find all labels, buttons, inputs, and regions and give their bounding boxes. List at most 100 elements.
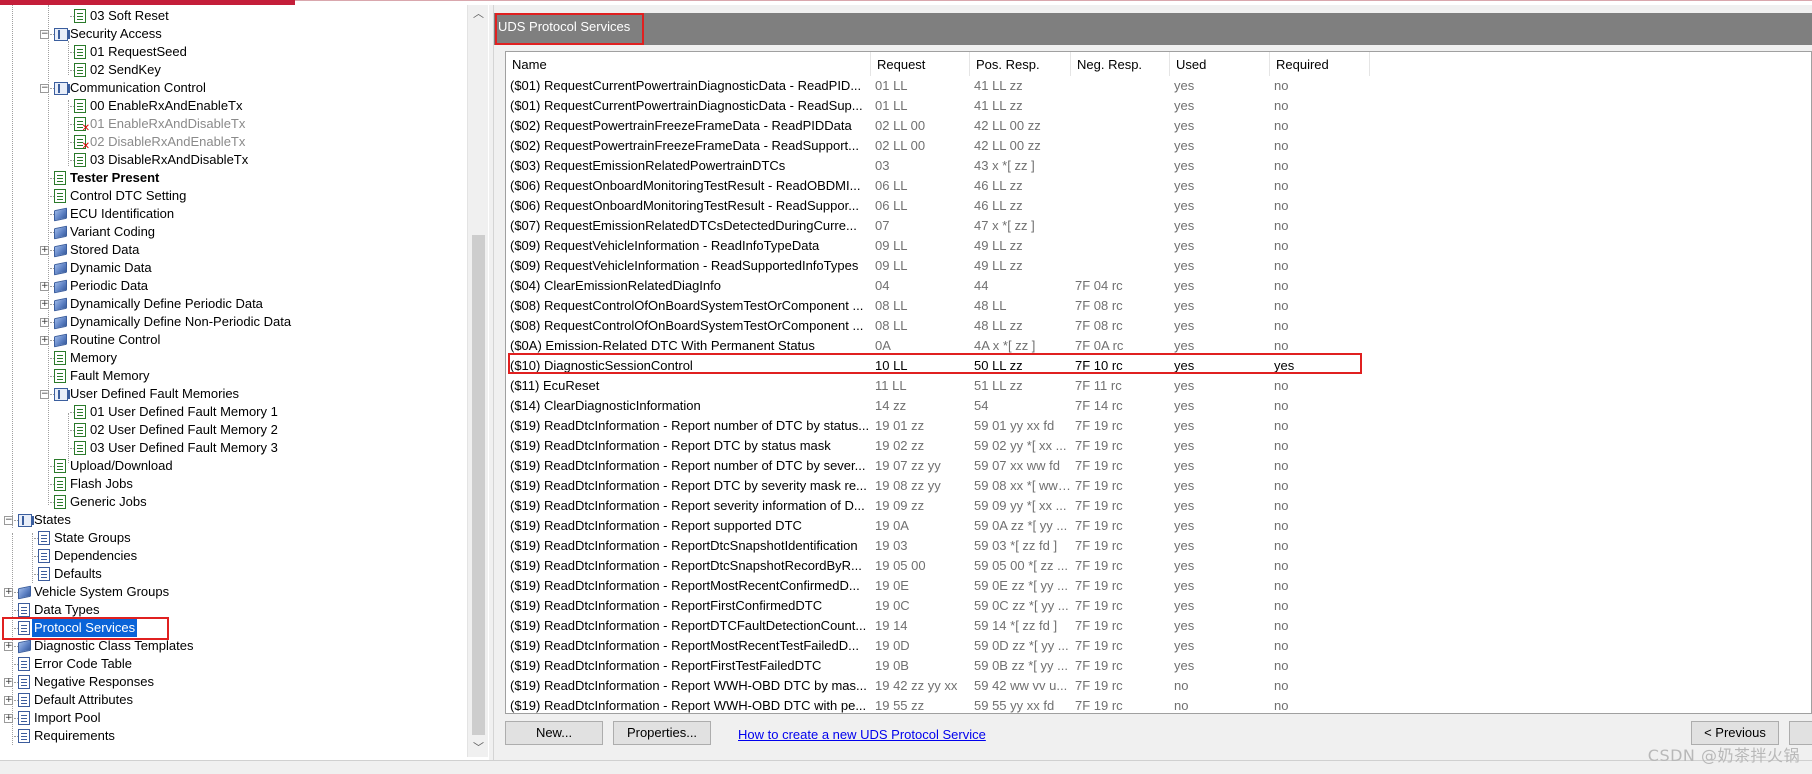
expand-icon[interactable]: +: [40, 282, 49, 291]
table-row[interactable]: ($11) EcuReset 11 LL 51 LL zz 7F 11 rc yes no: [506, 376, 1380, 396]
table-row[interactable]: ($19) ReadDtcInformation - ReportFirstTe…: [506, 656, 1380, 676]
tree-item-fault-memory[interactable]: Fault Memory: [0, 367, 460, 385]
tree-item-periodic-data[interactable]: + Periodic Data: [0, 277, 460, 295]
collapse-icon[interactable]: −: [4, 516, 13, 525]
tree-item-states[interactable]: − States: [0, 511, 460, 529]
scrollbar-thumb[interactable]: [472, 235, 485, 735]
scroll-up-icon[interactable]: ︿: [468, 5, 489, 23]
table-row[interactable]: ($09) RequestVehicleInformation - ReadIn…: [506, 236, 1380, 256]
table-row[interactable]: ($03) RequestEmissionRelatedPowertrainDT…: [506, 156, 1380, 176]
table-row[interactable]: ($09) RequestVehicleInformation - ReadSu…: [506, 256, 1380, 276]
table-row[interactable]: ($19) ReadDtcInformation - Report DTC by…: [506, 476, 1380, 496]
table-row[interactable]: ($02) RequestPowertrainFreezeFrameData -…: [506, 116, 1380, 136]
table-row[interactable]: ($19) ReadDtcInformation - Report number…: [506, 416, 1380, 436]
tree-item-requirements[interactable]: Requirements: [0, 727, 460, 745]
expand-icon[interactable]: +: [40, 318, 49, 327]
tree-item-memory[interactable]: Memory: [0, 349, 460, 367]
tree-item-communication-control[interactable]: − Communication Control: [0, 79, 460, 97]
tree-item-dynamically-define-non-periodic-data[interactable]: + Dynamically Define Non-Periodic Data: [0, 313, 460, 331]
table-row[interactable]: ($06) RequestOnboardMonitoringTestResult…: [506, 196, 1380, 216]
table-row[interactable]: ($04) ClearEmissionRelatedDiagInfo 04 44 7F…: [506, 276, 1380, 296]
help-link[interactable]: How to create a new UDS Protocol Service: [738, 727, 986, 742]
tree-item-negative-responses[interactable]: + Negative Responses: [0, 673, 460, 691]
table-row[interactable]: ($19) ReadDtcInformation - ReportDTCFaul…: [506, 616, 1380, 636]
navigation-tree[interactable]: 03 Soft Reset − Security Access 01 RequestS…: [0, 5, 470, 760]
tree-item-variant-coding[interactable]: Variant Coding: [0, 223, 460, 241]
table-row[interactable]: ($07) RequestEmissionRelatedDTCsDetected…: [506, 216, 1380, 236]
tree-item-user-fault-memory-3[interactable]: 03 User Defined Fault Memory 3: [0, 439, 460, 457]
tree-item-control-dtc-setting[interactable]: Control DTC Setting: [0, 187, 460, 205]
table-row[interactable]: ($08) RequestControlOfOnBoardSystemTestO…: [506, 296, 1380, 316]
tree-item-routine-control[interactable]: + Routine Control: [0, 331, 460, 349]
tree-item-protocol-services[interactable]: Protocol Services: [0, 619, 460, 637]
table-row[interactable]: ($19) ReadDtcInformation - Report suppor…: [506, 516, 1380, 536]
table-row[interactable]: ($14) ClearDiagnosticInformation 14 zz 54 7…: [506, 396, 1380, 416]
tree-item-user-defined-fault-memories[interactable]: − User Defined Fault Memories: [0, 385, 460, 403]
tree-item-dynamic-data[interactable]: Dynamic Data: [0, 259, 460, 277]
tree-item-dependencies[interactable]: Dependencies: [0, 547, 460, 565]
tree-item-send-key[interactable]: 02 SendKey: [0, 61, 460, 79]
column-header-request[interactable]: Request: [871, 52, 970, 76]
expand-icon[interactable]: +: [40, 246, 49, 255]
tree-item-dynamically-define-periodic-data[interactable]: + Dynamically Define Periodic Data: [0, 295, 460, 313]
column-header-required[interactable]: Required: [1270, 52, 1370, 76]
column-header-used[interactable]: Used: [1170, 52, 1270, 76]
table-row[interactable]: ($08) RequestControlOfOnBoardSystemTestO…: [506, 316, 1380, 336]
expand-icon[interactable]: +: [4, 696, 13, 705]
table-row[interactable]: ($19) ReadDtcInformation - ReportDtcSnap…: [506, 536, 1380, 556]
tree-item-state-groups[interactable]: State Groups: [0, 529, 460, 547]
new-button[interactable]: New...: [505, 721, 603, 745]
tree-item-enable-rx-disable-tx[interactable]: 01 EnableRxAndDisableTx: [0, 115, 460, 134]
tree-item-error-code-table[interactable]: Error Code Table: [0, 655, 460, 673]
collapse-icon[interactable]: −: [40, 30, 49, 39]
tree-item-tester-present[interactable]: Tester Present: [0, 169, 460, 187]
tree-item-soft-reset[interactable]: 03 Soft Reset: [0, 7, 460, 25]
expand-icon[interactable]: +: [4, 642, 13, 651]
table-row[interactable]: ($01) RequestCurrentPowertrainDiagnostic…: [506, 96, 1380, 116]
table-row[interactable]: ($19) ReadDtcInformation - ReportFirstCo…: [506, 596, 1380, 616]
table-row[interactable]: ($19) ReadDtcInformation - ReportDtcSnap…: [506, 556, 1380, 576]
expand-icon[interactable]: +: [40, 336, 49, 345]
table-row[interactable]: ($19) ReadDtcInformation - ReportMostRec…: [506, 576, 1380, 596]
tree-item-defaults[interactable]: Defaults: [0, 565, 460, 583]
tree-item-user-fault-memory-2[interactable]: 02 User Defined Fault Memory 2: [0, 421, 460, 439]
properties-button[interactable]: Properties...: [613, 721, 711, 745]
expand-icon[interactable]: +: [4, 678, 13, 687]
table-row[interactable]: ($01) RequestCurrentPowertrainDiagnostic…: [506, 76, 1380, 96]
tree-item-disable-rx-disable-tx[interactable]: 03 DisableRxAndDisableTx: [0, 151, 460, 169]
tree-item-diagnostic-class-templates[interactable]: + Diagnostic Class Templates: [0, 637, 460, 655]
tree-item-import-pool[interactable]: + Import Pool: [0, 709, 460, 727]
expand-icon[interactable]: +: [4, 714, 13, 723]
collapse-icon[interactable]: −: [40, 390, 49, 399]
tree-item-disable-rx-enable-tx[interactable]: 02 DisableRxAndEnableTx: [0, 133, 460, 152]
tree-item-data-types[interactable]: Data Types: [0, 601, 460, 619]
tree-item-stored-data[interactable]: + Stored Data: [0, 241, 460, 259]
column-header-neg-resp[interactable]: Neg. Resp.: [1071, 52, 1170, 76]
table-row[interactable]: ($06) RequestOnboardMonitoringTestResult…: [506, 176, 1380, 196]
table-row[interactable]: ($10) DiagnosticSessionControl 10 LL 50 LL…: [506, 356, 1380, 376]
column-header-name[interactable]: Name: [506, 52, 871, 76]
tree-item-ecu-identification[interactable]: ECU Identification: [0, 205, 460, 223]
services-list[interactable]: Name Request Pos. Resp. Neg. Resp. Used …: [505, 51, 1812, 714]
tree-item-security-access[interactable]: − Security Access: [0, 25, 460, 43]
table-row[interactable]: ($0A) Emission-Related DTC With Permanen…: [506, 336, 1380, 356]
tree-item-vehicle-system-groups[interactable]: + Vehicle System Groups: [0, 583, 460, 601]
column-header-pos-resp[interactable]: Pos. Resp.: [970, 52, 1071, 76]
tree-item-upload-download[interactable]: Upload/Download: [0, 457, 460, 475]
expand-icon[interactable]: +: [40, 300, 49, 309]
scroll-down-icon[interactable]: ﹀: [468, 739, 489, 757]
table-row[interactable]: ($19) ReadDtcInformation - Report WWH-OB…: [506, 676, 1380, 696]
tree-item-request-seed[interactable]: 01 RequestSeed: [0, 43, 460, 61]
tree-item-generic-jobs[interactable]: Generic Jobs: [0, 493, 460, 511]
tree-item-user-fault-memory-1[interactable]: 01 User Defined Fault Memory 1: [0, 403, 460, 421]
table-row[interactable]: ($19) ReadDtcInformation - ReportMostRec…: [506, 636, 1380, 656]
expand-icon[interactable]: +: [4, 588, 13, 597]
tree-item-default-attributes[interactable]: + Default Attributes: [0, 691, 460, 709]
table-row[interactable]: ($19) ReadDtcInformation - Report severi…: [506, 496, 1380, 516]
tree-item-enable-rx-enable-tx[interactable]: 00 EnableRxAndEnableTx: [0, 97, 460, 115]
table-row[interactable]: ($19) ReadDtcInformation - Report number…: [506, 456, 1380, 476]
tree-item-flash-jobs[interactable]: Flash Jobs: [0, 475, 460, 493]
table-row[interactable]: ($02) RequestPowertrainFreezeFrameData -…: [506, 136, 1380, 156]
collapse-icon[interactable]: −: [40, 84, 49, 93]
tree-scrollbar[interactable]: ︿ ﹀: [467, 5, 488, 757]
